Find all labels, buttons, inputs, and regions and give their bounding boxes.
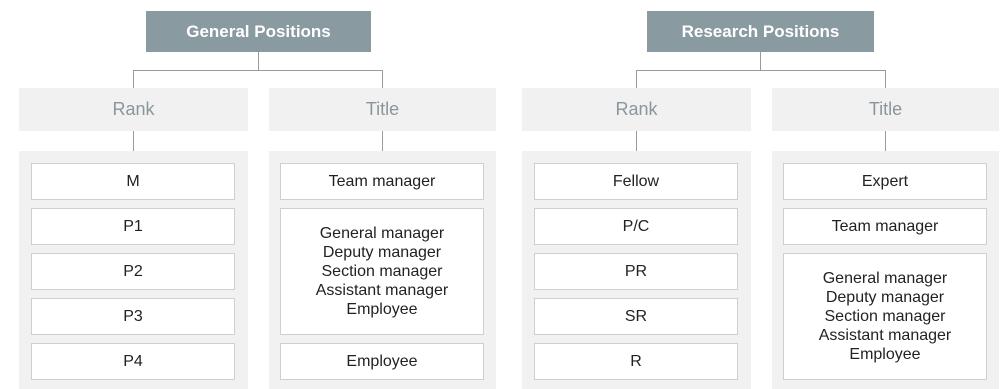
rank-box: P3 — [31, 298, 235, 335]
rank-label: P2 — [123, 263, 143, 280]
connector — [885, 131, 886, 151]
rank-header-label: Rank — [112, 99, 155, 119]
title-header-label: Title — [365, 99, 400, 119]
rank-label: R — [630, 353, 642, 370]
connector — [258, 52, 259, 70]
rank-label: P/C — [622, 218, 650, 235]
connector — [382, 70, 383, 88]
title-label: Employee — [346, 353, 418, 370]
rank-box: R — [534, 343, 738, 380]
rank-label: SR — [624, 308, 648, 325]
rank-box: P/C — [534, 208, 738, 245]
title-label: General manager — [319, 225, 445, 242]
rank-box: P2 — [31, 253, 235, 290]
title-label: Deputy manager — [322, 244, 442, 261]
research-rank-header: Rank — [522, 88, 751, 131]
title-label: Assistant manager — [818, 327, 952, 344]
general-positions-title: General Positions — [186, 21, 331, 41]
general-rank-header: Rank — [19, 88, 248, 131]
connector — [133, 70, 383, 71]
connector — [636, 70, 637, 88]
title-box: Team manager — [783, 208, 987, 245]
title-label: Team manager — [328, 173, 436, 190]
rank-label: M — [126, 173, 140, 190]
title-box: Team manager — [280, 163, 484, 200]
rank-box: PR — [534, 253, 738, 290]
rank-box: M — [31, 163, 235, 200]
rank-box: SR — [534, 298, 738, 335]
title-label: Employee — [346, 301, 418, 318]
research-positions-title: Research Positions — [681, 21, 840, 41]
rank-label: P4 — [123, 353, 143, 370]
rank-box: P1 — [31, 208, 235, 245]
title-box-group: General manager Deputy manager Section m… — [783, 253, 987, 380]
rank-label: PR — [624, 263, 648, 280]
connector — [885, 70, 886, 88]
rank-label: Fellow — [612, 173, 660, 190]
rank-label: P1 — [123, 218, 143, 235]
title-label: Section manager — [824, 308, 946, 325]
title-header-label: Title — [868, 99, 903, 119]
title-label: Section manager — [321, 263, 443, 280]
rank-box: Fellow — [534, 163, 738, 200]
title-label: Deputy manager — [825, 289, 945, 306]
general-title-header: Title — [269, 88, 496, 131]
title-label: Employee — [849, 346, 921, 363]
connector — [760, 52, 761, 70]
title-label: Expert — [861, 173, 909, 190]
general-positions-header: General Positions — [146, 11, 371, 52]
title-box: Employee — [280, 343, 484, 380]
research-positions-header: Research Positions — [647, 11, 874, 52]
connector — [382, 131, 383, 151]
title-box-group: General manager Deputy manager Section m… — [280, 208, 484, 335]
research-title-header: Title — [772, 88, 999, 131]
title-label: Assistant manager — [315, 282, 449, 299]
rank-label: P3 — [123, 308, 143, 325]
connector — [133, 131, 134, 151]
connector — [636, 70, 886, 71]
title-label: General manager — [822, 270, 948, 287]
rank-header-label: Rank — [615, 99, 658, 119]
rank-box: P4 — [31, 343, 235, 380]
title-box: Expert — [783, 163, 987, 200]
title-label: Team manager — [831, 218, 939, 235]
connector — [133, 70, 134, 88]
connector — [636, 131, 637, 151]
